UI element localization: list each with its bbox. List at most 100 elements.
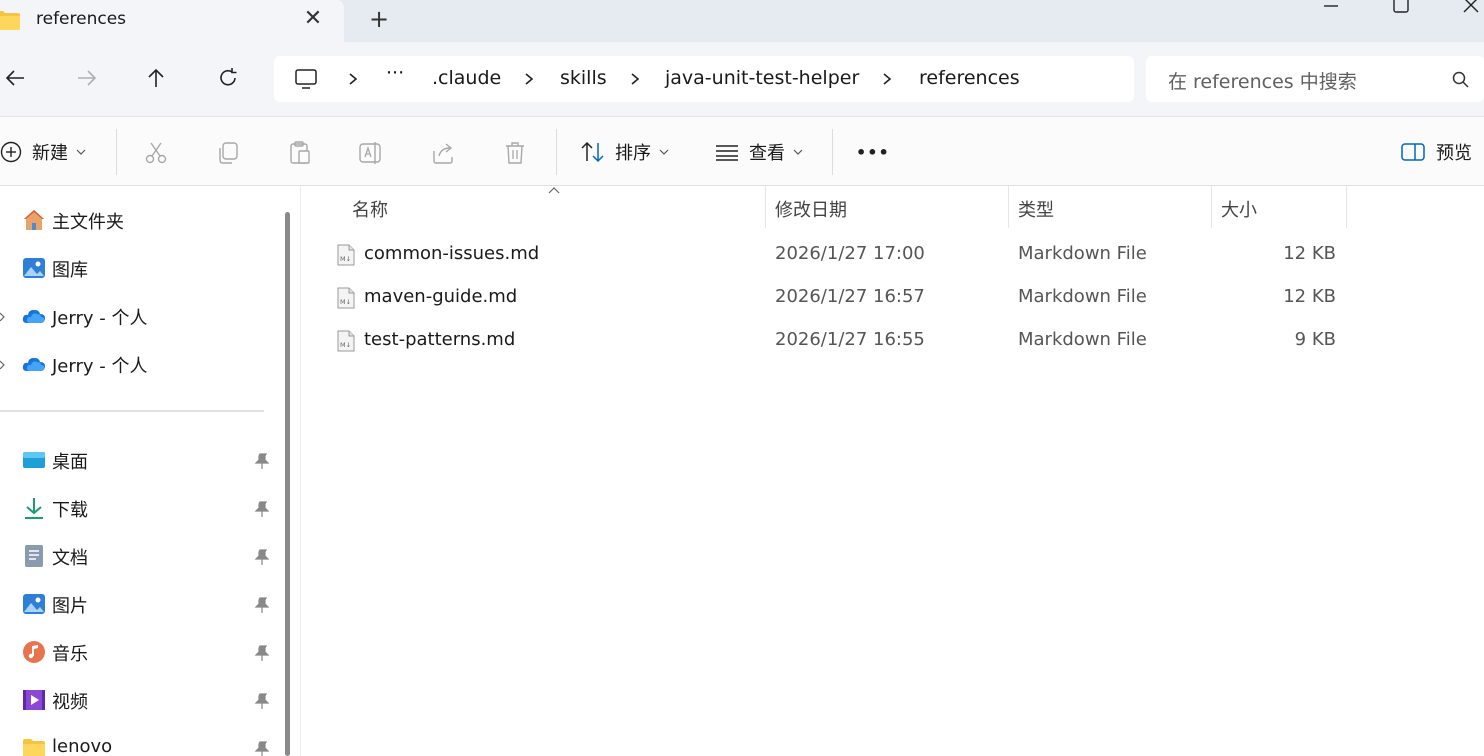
sidebar-item-documents[interactable]: 文档 — [0, 540, 280, 572]
gallery-icon — [23, 258, 45, 278]
sidebar-item-onedrive-1[interactable]: Jerry - 个人 — [0, 300, 280, 332]
tab-references[interactable]: references ✕ — [0, 0, 344, 42]
new-label: 新建 — [32, 143, 68, 164]
sidebar-item-music[interactable]: 音乐 — [0, 636, 280, 668]
chevron-right-icon[interactable] — [522, 69, 536, 89]
command-bar: 新建 排序 查看 ••• 预览 — [0, 116, 1484, 186]
sidebar-item-onedrive-2[interactable]: Jerry - 个人 — [0, 348, 280, 380]
view-button[interactable]: 查看 — [715, 139, 803, 165]
chevron-right-icon[interactable] — [628, 69, 642, 89]
sidebar-item-lenovo[interactable]: lenovo — [0, 732, 280, 756]
sidebar-item-pictures[interactable]: 图片 — [0, 588, 280, 620]
breadcrumb-overflow[interactable]: ··· — [386, 62, 404, 84]
forward-button[interactable] — [70, 62, 102, 94]
pin-icon[interactable] — [253, 548, 271, 566]
breadcrumb-skills[interactable]: skills — [560, 67, 607, 89]
sidebar-item-desktop[interactable]: 桌面 — [0, 444, 280, 476]
file-row[interactable]: M↓ maven-guide.md 2026/1/27 16:57 Markdo… — [302, 278, 1342, 318]
onedrive-icon — [22, 357, 45, 371]
file-row[interactable]: M↓ test-patterns.md 2026/1/27 16:55 Mark… — [302, 321, 1342, 361]
column-header-type[interactable]: 类型 — [1009, 186, 1211, 228]
search-input[interactable]: 在 references 中搜索 — [1168, 67, 1357, 94]
pin-icon[interactable] — [253, 452, 271, 470]
arrow-left-icon — [5, 70, 24, 86]
this-pc-icon[interactable] — [294, 68, 318, 90]
preview-pane-icon — [1401, 143, 1425, 161]
desktop-icon — [23, 452, 45, 468]
file-name: common-issues.md — [364, 243, 540, 264]
sidebar-item-downloads[interactable]: 下载 — [0, 492, 280, 524]
refresh-icon — [220, 68, 237, 86]
preview-pane-button[interactable]: 预览 — [1400, 139, 1472, 165]
sidebar-item-label: 下载 — [52, 500, 88, 521]
rename-icon[interactable] — [358, 141, 384, 165]
column-header-size[interactable]: 大小 — [1212, 186, 1346, 228]
new-button[interactable]: 新建 — [0, 139, 86, 165]
breadcrumb-references[interactable]: references — [919, 67, 1020, 89]
file-row[interactable]: M↓ common-issues.md 2026/1/27 17:00 Mark… — [302, 235, 1342, 275]
pin-icon[interactable] — [253, 644, 271, 662]
breadcrumb-java-unit-test-helper[interactable]: java-unit-test-helper — [665, 67, 859, 89]
pin-icon[interactable] — [253, 692, 271, 710]
plus-circle-icon — [0, 141, 22, 163]
pictures-icon — [23, 594, 45, 614]
preview-label: 预览 — [1436, 143, 1472, 164]
sidebar-item-gallery[interactable]: 图库 — [0, 252, 280, 284]
column-divider[interactable] — [1346, 186, 1347, 228]
chevron-right-icon[interactable] — [880, 69, 894, 89]
sort-button[interactable]: 排序 — [581, 139, 669, 165]
search-box[interactable]: 在 references 中搜索 — [1146, 56, 1484, 102]
svg-text:M↓: M↓ — [340, 298, 351, 306]
search-icon[interactable] — [1452, 71, 1470, 89]
file-type: Markdown File — [1018, 243, 1147, 264]
sidebar-item-videos[interactable]: 视频 — [0, 684, 280, 716]
sidebar-item-label: 文档 — [52, 548, 88, 569]
markdown-file-icon: M↓ — [337, 244, 355, 266]
delete-icon[interactable] — [503, 141, 529, 165]
file-type: Markdown File — [1018, 286, 1147, 307]
copy-icon[interactable] — [215, 141, 241, 165]
tab-title: references — [36, 9, 127, 29]
maximize-icon[interactable] — [1390, 0, 1412, 14]
folder-icon — [23, 739, 45, 756]
list-view-icon — [716, 145, 738, 161]
close-tab-icon[interactable]: ✕ — [300, 6, 326, 32]
column-header-label: 类型 — [1018, 200, 1054, 221]
pin-icon[interactable] — [253, 596, 271, 614]
breadcrumb-claude[interactable]: .claude — [432, 67, 501, 89]
column-header-name[interactable]: 名称 — [302, 186, 765, 228]
file-date: 2026/1/27 16:57 — [775, 286, 925, 307]
chevron-right-icon[interactable] — [346, 69, 360, 89]
share-icon[interactable] — [431, 141, 457, 165]
paste-icon[interactable] — [287, 141, 313, 165]
file-size: 12 KB — [1283, 243, 1336, 264]
cut-icon[interactable] — [143, 141, 169, 165]
svg-text:M↓: M↓ — [340, 255, 351, 263]
sidebar-item-label: 音乐 — [52, 644, 88, 665]
column-header-date[interactable]: 修改日期 — [766, 186, 1008, 228]
tab-bar: references ✕ + — [0, 0, 1484, 42]
view-label: 查看 — [749, 143, 785, 164]
pin-icon[interactable] — [253, 740, 271, 756]
chevron-right-icon[interactable] — [0, 360, 6, 370]
pin-icon[interactable] — [253, 500, 271, 518]
arrow-right-icon — [78, 70, 97, 86]
markdown-file-icon: M↓ — [337, 330, 355, 352]
sidebar-item-label: lenovo — [52, 736, 113, 756]
up-button[interactable] — [140, 62, 172, 94]
close-window-icon[interactable] — [1460, 0, 1484, 16]
address-bar[interactable]: ··· .claude skills java-unit-test-helper… — [274, 56, 1134, 102]
sidebar-item-label: Jerry - 个人 — [52, 356, 148, 377]
minimize-icon[interactable] — [1320, 0, 1342, 14]
new-tab-button[interactable]: + — [366, 4, 392, 34]
refresh-button[interactable] — [212, 62, 244, 94]
sidebar-item-label: Jerry - 个人 — [52, 308, 148, 329]
back-button[interactable] — [0, 62, 32, 94]
videos-icon — [23, 690, 45, 710]
column-header-label: 修改日期 — [775, 200, 847, 221]
more-options-button[interactable]: ••• — [856, 139, 890, 165]
chevron-right-icon[interactable] — [0, 312, 6, 322]
column-header-label: 大小 — [1221, 200, 1257, 221]
sidebar-scrollbar[interactable] — [285, 212, 290, 756]
sidebar-item-home[interactable]: 主文件夹 — [0, 204, 280, 236]
